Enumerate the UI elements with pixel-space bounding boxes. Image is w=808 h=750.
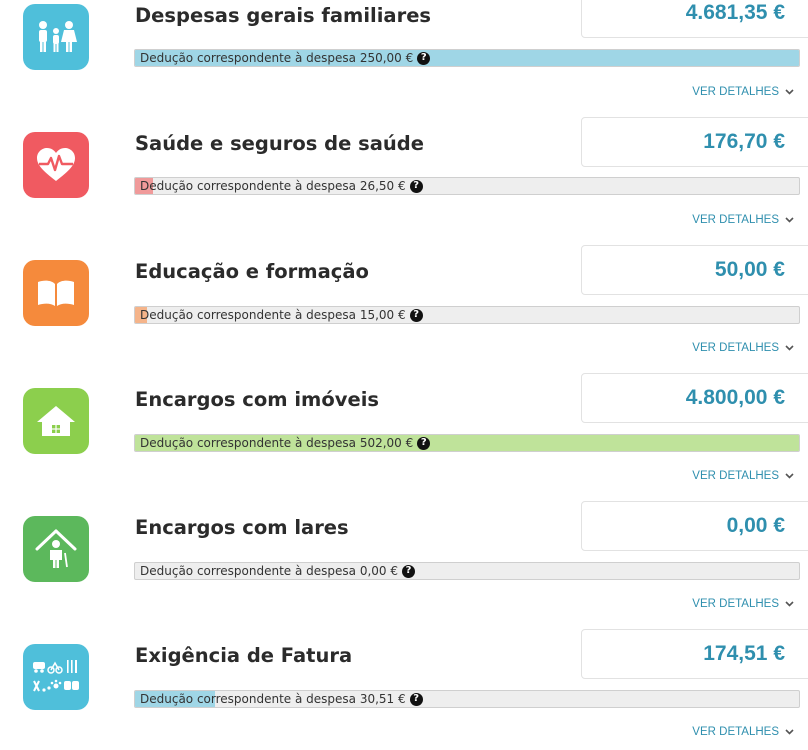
category-title: Encargos com lares — [135, 516, 349, 539]
deduction-label: Dedução correspondente à despesa 26,50 € — [140, 179, 406, 193]
chevron-down-icon — [785, 345, 794, 351]
amount-value: 174,51 € — [703, 642, 785, 665]
details-label: VER DETALHES — [692, 598, 779, 610]
details-label: VER DETALHES — [692, 86, 779, 98]
amount-field[interactable]: 4.681,35 € — [581, 0, 808, 38]
amount-value: 0,00 € — [726, 514, 785, 537]
amount-field[interactable]: 174,51 € — [581, 629, 808, 679]
amount-field[interactable]: 176,70 € — [581, 117, 808, 167]
deduction-progress-bar: Dedução correspondente à despesa 250,00 … — [134, 49, 800, 67]
category-icon-tile — [23, 388, 89, 454]
ver-detalhes-link[interactable]: VER DETALHES — [692, 342, 794, 354]
deduction-progress-bar: Dedução correspondente à despesa 0,00 € … — [134, 562, 800, 580]
category-row-lares: Encargos com lares 0,00 € Dedução corres… — [0, 501, 808, 640]
category-row-familia: Despesas gerais familiares 4.681,35 € De… — [0, 0, 808, 128]
category-title: Educação e formação — [135, 260, 369, 283]
chevron-down-icon — [785, 601, 794, 607]
category-title: Saúde e seguros de saúde — [135, 132, 424, 155]
category-row-fatura: Exigência de Fatura 174,51 € Dedução cor… — [0, 629, 808, 750]
category-title: Despesas gerais familiares — [135, 4, 432, 27]
category-icon-tile — [23, 260, 89, 326]
chevron-down-icon — [785, 89, 794, 95]
deduction-progress-bar: Dedução correspondente à despesa 26,50 €… — [134, 177, 800, 195]
amount-field[interactable]: 50,00 € — [581, 245, 808, 295]
invoice-sectors-icon — [33, 660, 79, 692]
help-icon[interactable]: ? — [409, 308, 423, 322]
amount-value: 176,70 € — [703, 130, 785, 153]
category-icon-tile — [23, 132, 89, 198]
elderly-home-icon — [35, 529, 77, 568]
category-row-educacao: Educação e formação 50,00 € Dedução corr… — [0, 245, 808, 384]
deduction-label: Dedução correspondente à despesa 502,00 … — [140, 436, 414, 450]
help-icon[interactable]: ? — [409, 179, 423, 193]
category-icon-tile — [23, 644, 89, 710]
ver-detalhes-link[interactable]: VER DETALHES — [692, 470, 794, 482]
heart-pulse-icon — [37, 148, 75, 181]
details-label: VER DETALHES — [692, 470, 779, 482]
help-icon[interactable]: ? — [417, 436, 431, 450]
ver-detalhes-link[interactable]: VER DETALHES — [692, 598, 794, 610]
chevron-down-icon — [785, 473, 794, 479]
ver-detalhes-link[interactable]: VER DETALHES — [692, 86, 794, 98]
category-icon-tile — [23, 516, 89, 582]
help-icon[interactable]: ? — [409, 692, 423, 706]
deduction-label: Dedução correspondente à despesa 15,00 € — [140, 308, 406, 322]
deduction-progress-bar: Dedução correspondente à despesa 30,51 €… — [134, 690, 800, 708]
amount-value: 4.681,35 € — [685, 1, 785, 24]
details-label: VER DETALHES — [692, 342, 779, 354]
amount-value: 4.800,00 € — [685, 386, 785, 409]
amount-value: 50,00 € — [714, 258, 785, 281]
ver-detalhes-link[interactable]: VER DETALHES — [692, 214, 794, 226]
help-icon[interactable]: ? — [417, 51, 431, 65]
deduction-progress-bar: Dedução correspondente à despesa 502,00 … — [134, 434, 800, 452]
chevron-down-icon — [785, 217, 794, 223]
help-icon[interactable]: ? — [402, 564, 415, 578]
deduction-label: Dedução correspondente à despesa 0,00 € — [140, 564, 398, 578]
category-row-saude: Saúde e seguros de saúde 176,70 € Deduçã… — [0, 117, 808, 256]
family-icon — [39, 21, 77, 52]
amount-field[interactable]: 4.800,00 € — [581, 373, 808, 423]
category-title: Encargos com imóveis — [135, 388, 379, 411]
chevron-down-icon — [785, 729, 794, 735]
deduction-progress-bar: Dedução correspondente à despesa 15,00 €… — [134, 306, 800, 324]
category-row-imoveis: Encargos com imóveis 4.800,00 € Dedução … — [0, 373, 808, 512]
ver-detalhes-link[interactable]: VER DETALHES — [692, 726, 794, 738]
details-label: VER DETALHES — [692, 214, 779, 226]
category-icon-tile — [23, 4, 89, 70]
amount-field[interactable]: 0,00 € — [581, 501, 808, 551]
details-label: VER DETALHES — [692, 726, 779, 738]
house-icon — [37, 406, 75, 436]
category-title: Exigência de Fatura — [135, 644, 353, 667]
deduction-label: Dedução correspondente à despesa 30,51 € — [140, 692, 406, 706]
deduction-label: Dedução correspondente à despesa 250,00 … — [140, 51, 414, 65]
book-icon — [38, 280, 74, 306]
